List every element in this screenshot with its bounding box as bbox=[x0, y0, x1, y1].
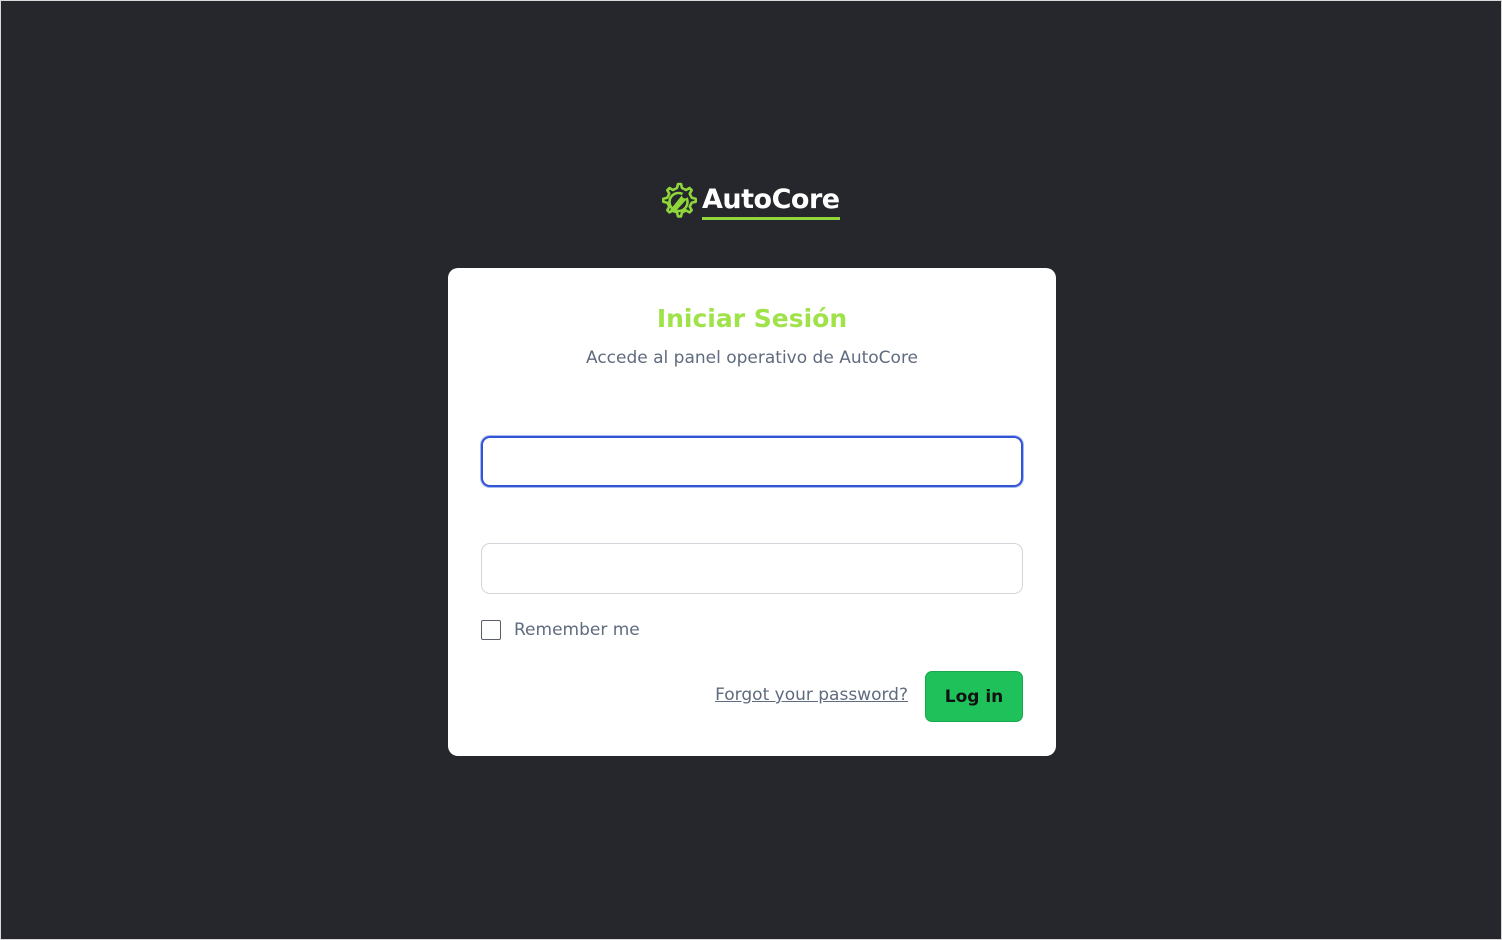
email-input[interactable] bbox=[481, 436, 1023, 487]
forgot-password-link[interactable]: Forgot your password? bbox=[715, 685, 908, 705]
brand-logo: AutoCore bbox=[656, 179, 840, 225]
brand-name: AutoCore bbox=[702, 184, 840, 220]
password-input[interactable] bbox=[481, 543, 1023, 594]
remember-me[interactable]: Remember me bbox=[481, 619, 640, 641]
login-title: Iniciar Sesión bbox=[656, 304, 848, 333]
login-subtitle: Accede al panel operativo de AutoCore bbox=[585, 348, 919, 368]
login-card: Iniciar Sesión Accede al panel operativo… bbox=[448, 268, 1056, 756]
remember-me-label: Remember me bbox=[514, 620, 640, 640]
login-button[interactable]: Log in bbox=[925, 671, 1023, 722]
remember-me-checkbox[interactable] bbox=[481, 620, 501, 640]
gear-wrench-icon bbox=[662, 182, 697, 218]
